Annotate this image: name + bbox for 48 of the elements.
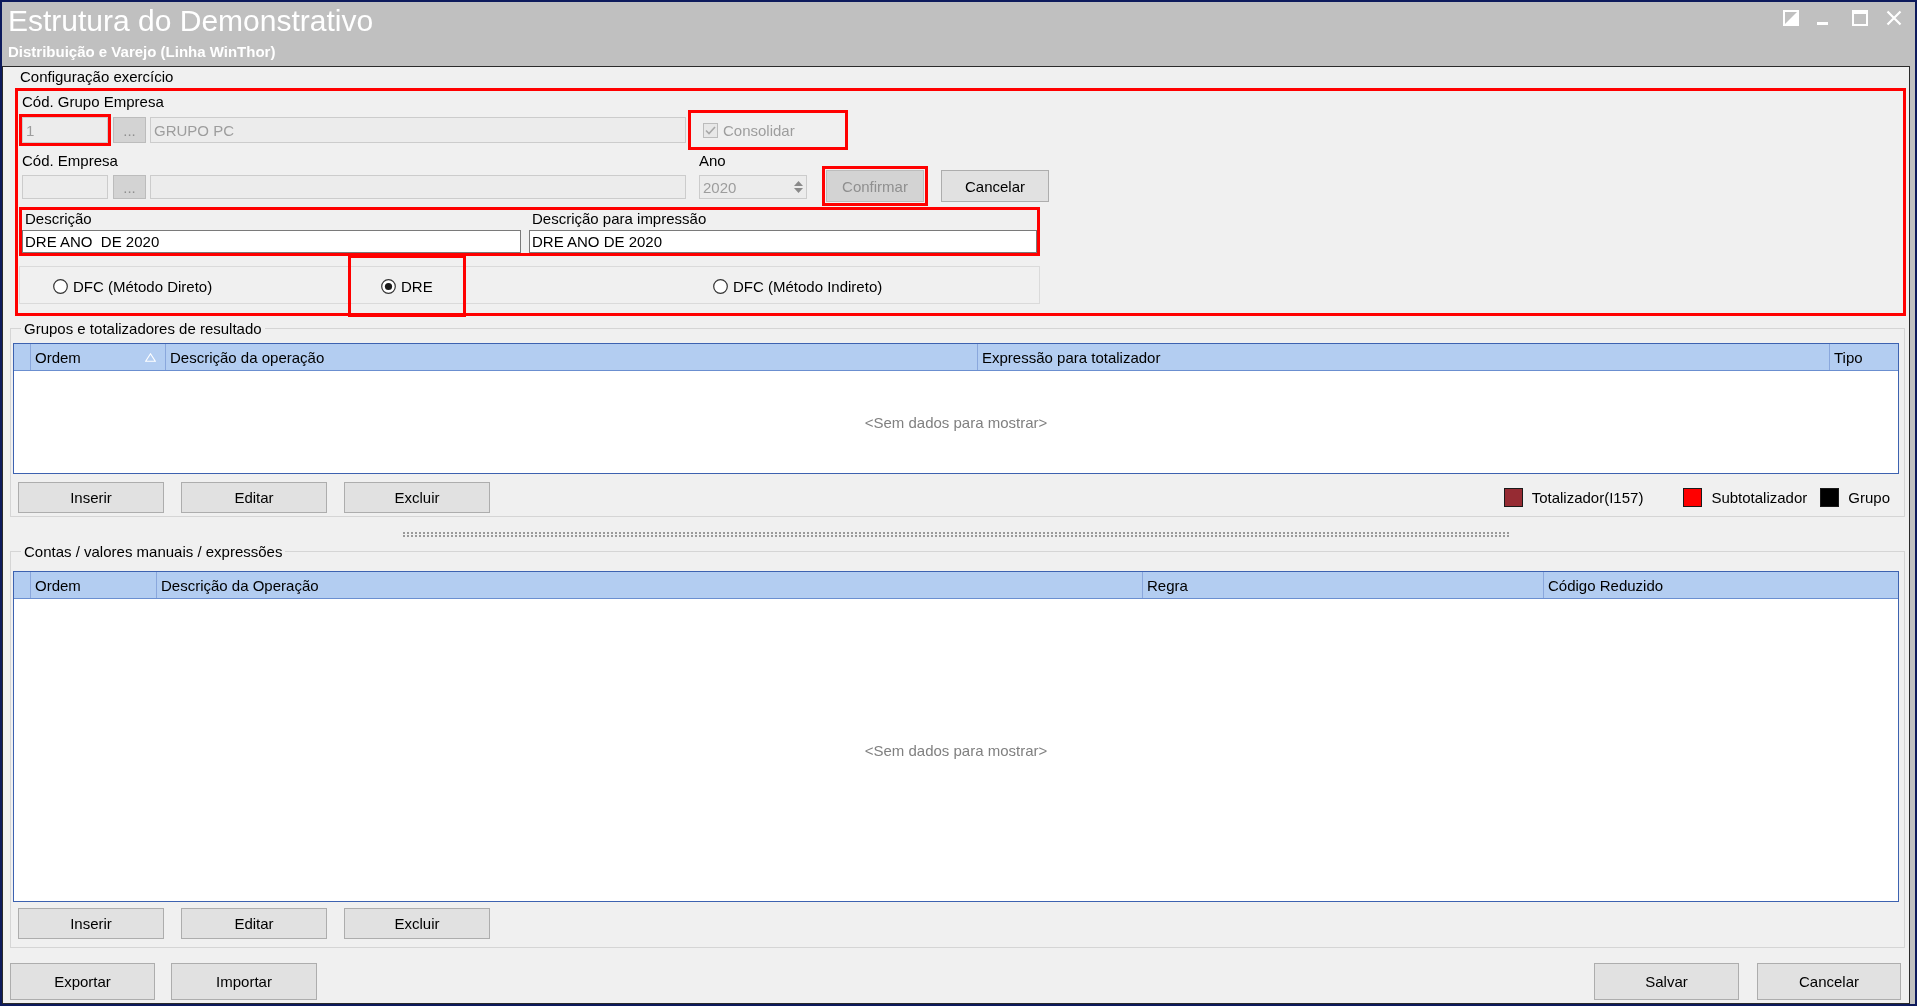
text-field[interactable]: DRE ANO DE 2020 bbox=[22, 230, 521, 253]
radio-label: DFC (Método Direto) bbox=[73, 277, 213, 295]
checkbox-label: Consolidar bbox=[723, 121, 795, 139]
radio-button[interactable] bbox=[713, 278, 728, 294]
triangle-icon bbox=[145, 352, 156, 362]
close-icon[interactable] bbox=[1886, 10, 1902, 26]
group-title: Grupos e totalizadores de resultado bbox=[21, 320, 265, 337]
radio-label: DRE bbox=[401, 277, 433, 295]
column-header[interactable]: Código Reduzido bbox=[1544, 572, 1898, 598]
cancel-button[interactable]: Cancelar bbox=[1757, 963, 1901, 1000]
column-header[interactable]: Descrição da Operação bbox=[157, 572, 1143, 598]
half-filled-square-icon[interactable] bbox=[1783, 10, 1799, 26]
delete-button[interactable]: Excluir bbox=[344, 908, 490, 939]
window-subtitle: Distribuição e Varejo (Linha WinThor) bbox=[8, 43, 276, 61]
window-title: Estrutura do Demonstrativo bbox=[8, 4, 374, 38]
maximize-icon[interactable] bbox=[1852, 10, 1868, 26]
insert-button[interactable]: Inserir bbox=[18, 908, 164, 939]
import-button[interactable]: Importar bbox=[171, 963, 317, 1000]
empty-message: <Sem dados para mostrar> bbox=[864, 741, 1048, 759]
splitter-grip[interactable] bbox=[403, 532, 1510, 537]
legend-label: Totalizador(I157) bbox=[1531, 489, 1644, 506]
delete-button[interactable]: Excluir bbox=[344, 482, 490, 513]
column-header[interactable]: Descrição da operação bbox=[166, 344, 978, 370]
column-header[interactable]: Tipo bbox=[1830, 344, 1898, 370]
group-title: Contas / valores manuais / expressões bbox=[21, 543, 286, 560]
radio-button[interactable] bbox=[53, 278, 68, 294]
group-title: Configuração exercício bbox=[20, 68, 174, 85]
edit-button[interactable]: Editar bbox=[181, 908, 327, 939]
cancel-button[interactable]: Cancelar bbox=[941, 170, 1049, 202]
legend-label: Subtotalizador bbox=[1711, 489, 1808, 506]
edit-button[interactable]: Editar bbox=[181, 482, 327, 513]
export-button[interactable]: Exportar bbox=[10, 963, 155, 1000]
column-header[interactable]: Expressão para totalizador bbox=[978, 344, 1830, 370]
column-header[interactable]: Ordem bbox=[31, 344, 166, 370]
field-label: Cód. Grupo Empresa bbox=[22, 93, 164, 110]
field-label: Descrição bbox=[25, 210, 93, 227]
save-button[interactable]: Salvar bbox=[1594, 963, 1739, 1000]
empty-message: <Sem dados para mostrar> bbox=[864, 413, 1048, 431]
field-label: Cód. Empresa bbox=[22, 152, 118, 169]
legend-label: Grupo bbox=[1848, 489, 1890, 506]
field-label: Ano bbox=[699, 152, 727, 169]
column-header[interactable]: Ordem bbox=[31, 572, 157, 598]
text-field[interactable]: DRE ANO DE 2020 bbox=[529, 230, 1037, 253]
radio-button[interactable] bbox=[381, 278, 396, 294]
insert-button[interactable]: Inserir bbox=[18, 482, 164, 513]
column-header[interactable]: Regra bbox=[1143, 572, 1544, 598]
radio-label: DFC (Método Indireto) bbox=[733, 277, 883, 295]
field-label: Descrição para impressão bbox=[532, 210, 708, 227]
